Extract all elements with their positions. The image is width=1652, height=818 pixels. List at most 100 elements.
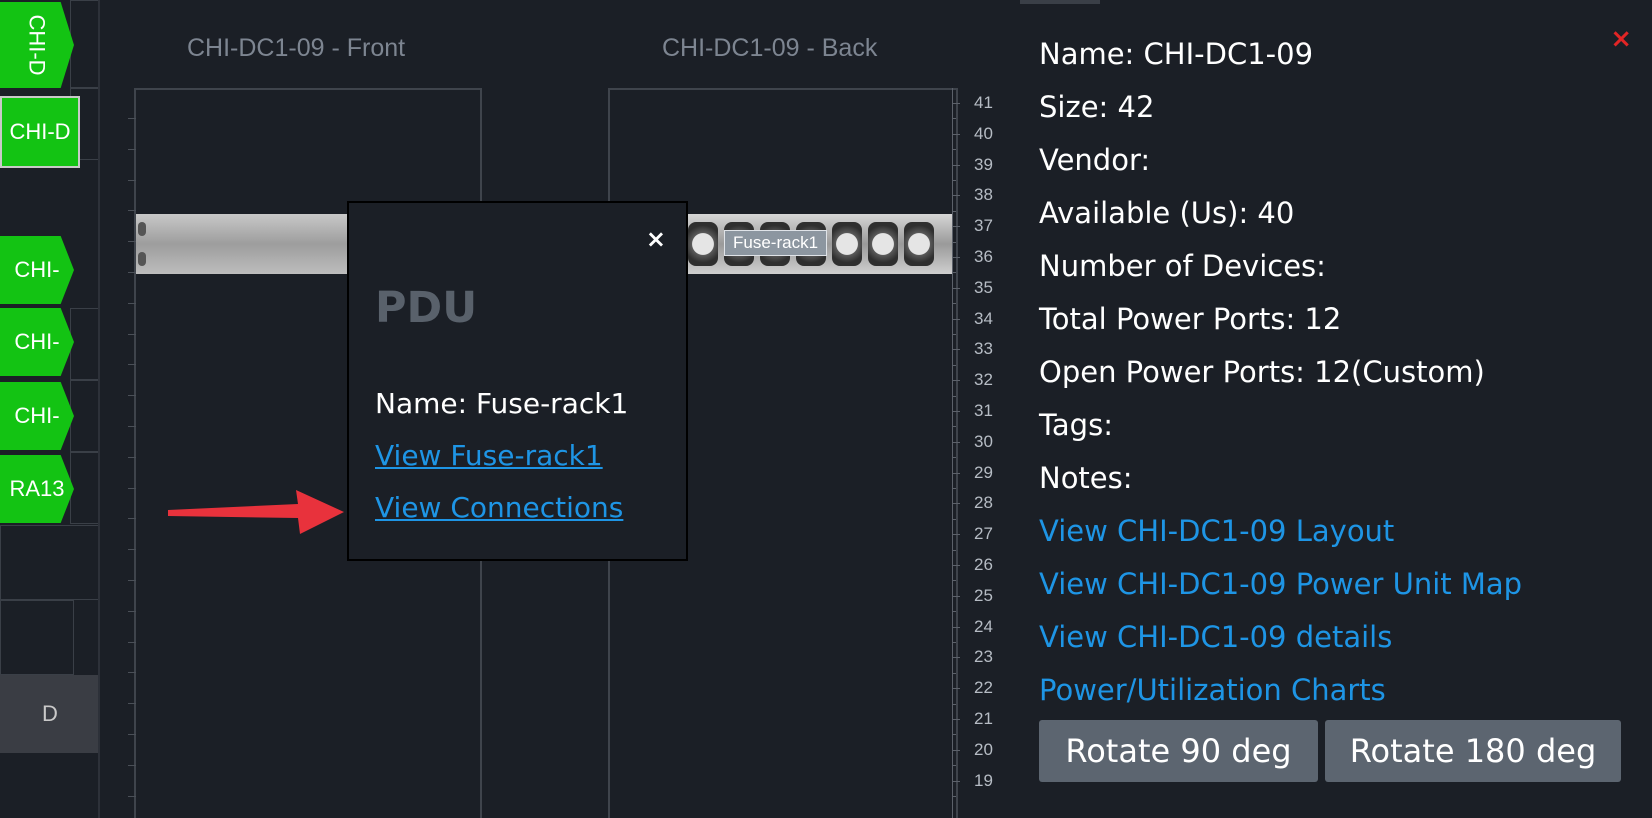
unit-tick [952, 380, 960, 382]
rack-tile-label: CHI- [14, 257, 60, 282]
front-rack-tick [128, 795, 136, 797]
front-rack-tick [128, 641, 136, 643]
unit-minor-tick [952, 765, 956, 767]
unit-number: 34 [974, 308, 993, 328]
rack-tile[interactable]: RA13 [0, 455, 74, 523]
unit-number: 32 [974, 370, 993, 390]
unit-number: 24 [974, 616, 993, 636]
unit-minor-tick [952, 303, 956, 305]
unit-tick [952, 626, 960, 628]
unit-minor-tick [952, 210, 956, 212]
unit-number: 39 [974, 154, 993, 174]
unit-tick [952, 595, 960, 597]
unit-minor-tick [952, 457, 956, 459]
unit-number: 23 [974, 647, 993, 667]
unit-tick [952, 688, 960, 690]
unit-tick [952, 534, 960, 536]
popup-title: PDU [375, 283, 478, 333]
annotation-arrow-icon [168, 490, 344, 534]
floor-bottom-tile[interactable]: D [0, 675, 100, 753]
info-tags: Tags: [1039, 408, 1113, 442]
outlet-icon [832, 222, 862, 266]
unit-minor-tick [952, 334, 956, 335]
info-name: Name: CHI-DC1-09 [1039, 37, 1314, 71]
outlet-icon [904, 222, 934, 266]
view-device-link[interactable]: View Fuse-rack1 [375, 439, 603, 472]
unit-number: 30 [974, 431, 993, 451]
rack-tile[interactable]: CHI- [0, 308, 74, 376]
unit-number: 40 [974, 123, 993, 143]
floor-bottom-label: D [42, 701, 58, 726]
unit-minor-tick [952, 580, 956, 582]
pdu-device-front[interactable] [136, 214, 348, 274]
rotate-180-button[interactable]: Rotate 180 deg [1325, 720, 1621, 782]
unit-minor-tick [952, 272, 956, 274]
floor-grid-cell [70, 0, 100, 88]
front-rack-tick [128, 703, 136, 705]
view-layout-link[interactable]: View CHI-DC1-09 Layout [1039, 514, 1394, 548]
rack-tile[interactable]: CHI- [0, 382, 74, 450]
front-rack-tick [128, 179, 136, 181]
unit-number: 19 [974, 770, 993, 790]
unit-number: 37 [974, 216, 993, 236]
unit-minor-tick [952, 180, 956, 181]
front-rack-ticks [128, 88, 136, 818]
front-rack-tick [128, 118, 136, 119]
device-label: Fuse-rack1 [724, 230, 828, 256]
front-rack-tick [128, 764, 136, 766]
close-icon[interactable]: × [1610, 24, 1632, 54]
popup-device-name: Name: Fuse-rack1 [375, 387, 629, 420]
outlet-icon [688, 222, 718, 266]
screw-icon [138, 252, 146, 266]
front-rack-tick [128, 487, 136, 489]
unit-minor-tick [952, 426, 956, 428]
info-device-count: Number of Devices: [1039, 249, 1326, 283]
rack-tile-label: CHI-D [24, 14, 50, 76]
front-rack-tick [128, 241, 136, 243]
front-rack-tick [128, 426, 136, 427]
info-notes: Notes: [1039, 461, 1133, 495]
floor-map: CHI-D CHI-D CHI- CHI- CHI- RA13 D [0, 0, 100, 818]
rack-tile-selected[interactable]: CHI-D [0, 96, 80, 168]
rotate-90-button[interactable]: Rotate 90 deg [1039, 720, 1318, 782]
unit-minor-tick [952, 734, 956, 736]
front-rack-tick [128, 518, 136, 520]
outlet-icon [868, 222, 898, 266]
rack-tile[interactable]: CHI- [0, 236, 74, 304]
view-power-unit-map-link[interactable]: View CHI-DC1-09 Power Unit Map [1039, 567, 1522, 601]
pdu-device-back[interactable]: Fuse-rack1 [684, 214, 952, 274]
front-rack-tick [128, 549, 136, 551]
unit-tick [952, 257, 960, 258]
unit-tick [952, 411, 960, 412]
floor-grid-cell [70, 380, 100, 452]
front-rack-tick [128, 302, 136, 304]
unit-tick [952, 472, 960, 474]
unit-minor-tick [952, 703, 956, 705]
unit-tick [952, 565, 960, 566]
unit-minor-tick [952, 796, 956, 797]
view-connections-link[interactable]: View Connections [375, 491, 623, 524]
rack-tile[interactable]: CHI-D [0, 2, 74, 88]
floor-grid-cell [70, 452, 100, 524]
front-rack-tick [128, 395, 136, 397]
close-icon[interactable]: × [646, 225, 666, 253]
unit-minor-tick [952, 241, 956, 243]
unit-number: 22 [974, 678, 993, 698]
unit-tick [952, 226, 960, 228]
unit-number: 27 [974, 524, 993, 544]
unit-minor-tick [952, 642, 956, 643]
front-rack-tick [128, 580, 136, 581]
unit-tick [952, 780, 960, 782]
unit-number: 26 [974, 555, 993, 574]
unit-tick [952, 287, 960, 289]
info-available: Available (Us): 40 [1039, 196, 1295, 230]
front-rack-tick [128, 272, 136, 273]
unit-tick [952, 441, 960, 443]
unit-tick [952, 164, 960, 166]
power-utilization-charts-link[interactable]: Power/Utilization Charts [1039, 673, 1386, 707]
back-view-title: CHI-DC1-09 - Back [662, 34, 878, 62]
unit-number: 35 [974, 277, 993, 297]
rack-tile-label: RA13 [9, 476, 65, 501]
view-details-link[interactable]: View CHI-DC1-09 details [1039, 620, 1392, 654]
front-rack-tick [128, 333, 136, 335]
